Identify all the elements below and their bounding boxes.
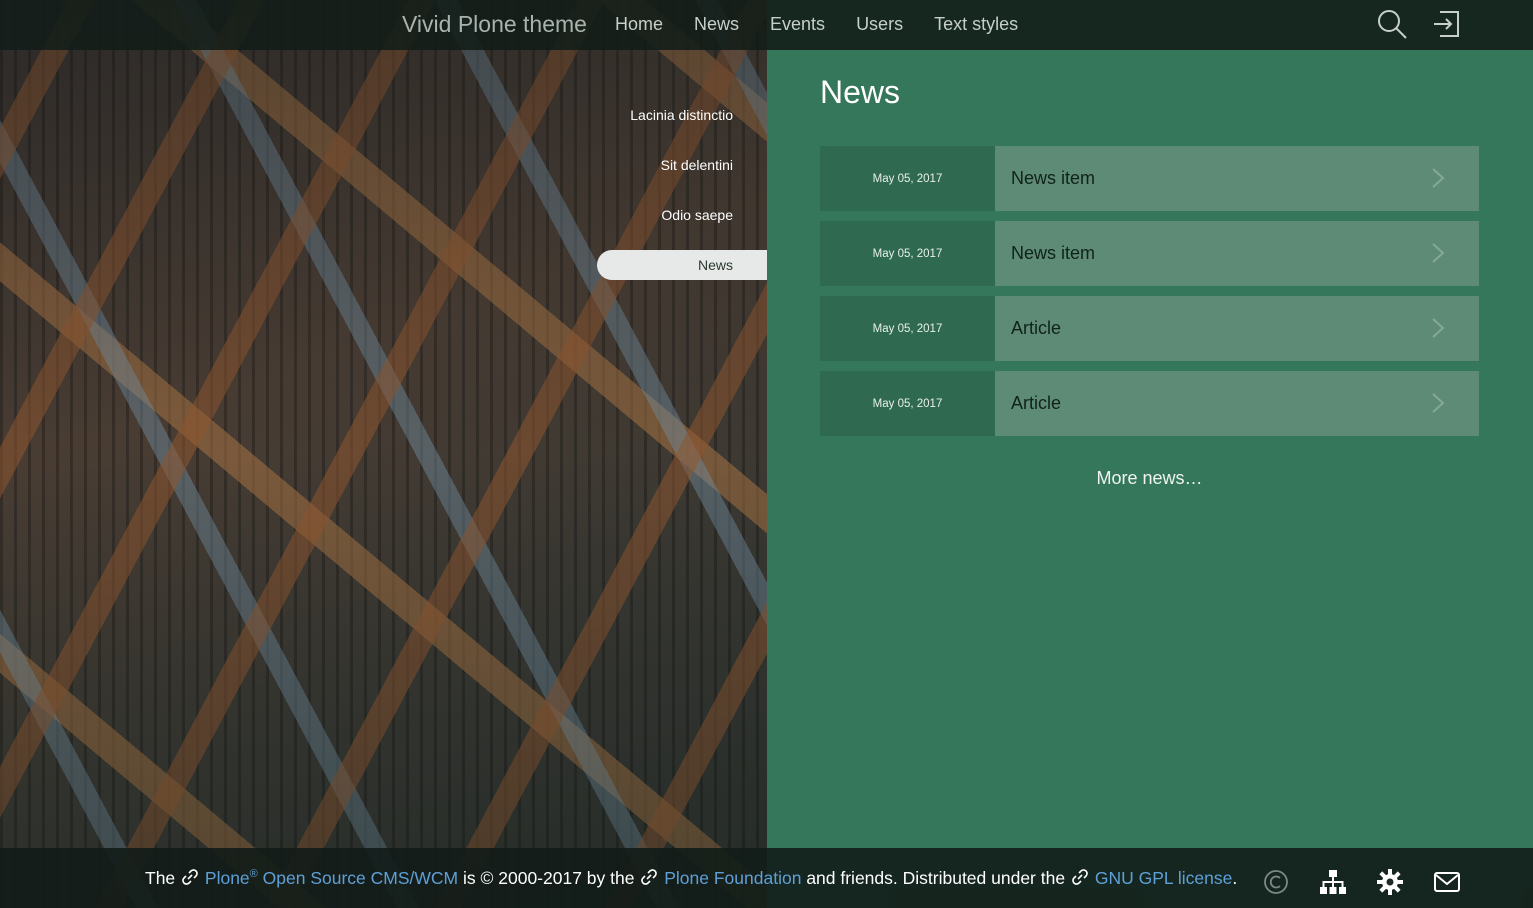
plone-link[interactable]: Plone®: [205, 868, 258, 888]
news-date: May 05, 2017: [820, 296, 995, 361]
chevron-right-icon: [1432, 243, 1445, 263]
news-row[interactable]: May 05, 2017 News item: [820, 146, 1479, 211]
main-content-area: [767, 0, 1533, 908]
sidenav-item-sit-delentini[interactable]: Sit delentini: [597, 150, 767, 180]
news-title: News item: [1011, 168, 1096, 188]
footer-text-2: is © 2000-2017 by the: [463, 868, 635, 888]
news-date: May 05, 2017: [820, 146, 995, 211]
login-icon[interactable]: [1432, 8, 1464, 40]
news-link[interactable]: News item: [995, 146, 1479, 211]
copyright-icon[interactable]: [1262, 868, 1290, 896]
footer-text-3: and friends. Distributed under the: [806, 868, 1066, 888]
site-footer: The Plone® Open Source CMS/WCM is © 2000…: [0, 848, 1533, 908]
news-row[interactable]: May 05, 2017 News item: [820, 221, 1479, 286]
nav-text-styles[interactable]: Text styles: [934, 14, 1018, 35]
footer-colophon: The Plone® Open Source CMS/WCM is © 2000…: [145, 868, 1237, 889]
external-link-icon: [1072, 869, 1088, 885]
mail-icon[interactable]: [1433, 868, 1461, 896]
more-news-link[interactable]: More news…: [820, 468, 1479, 489]
gpl-license-link[interactable]: GNU GPL license: [1095, 868, 1232, 888]
news-title: News item: [1011, 243, 1096, 263]
news-date: May 05, 2017: [820, 221, 995, 286]
news-link[interactable]: News item: [995, 221, 1479, 286]
footer-text-4: .: [1232, 868, 1238, 888]
news-title: Article: [1011, 393, 1062, 413]
nav-events[interactable]: Events: [770, 14, 825, 35]
chevron-right-icon: [1432, 318, 1445, 338]
external-link-icon: [182, 869, 198, 885]
plone-link-label: Plone: [204, 868, 250, 888]
plone-foundation-link[interactable]: Plone Foundation: [664, 868, 801, 888]
news-list: May 05, 2017 News item May 05, 2017 News…: [820, 146, 1479, 446]
main-nav: Home News Events Users Text styles: [615, 14, 1049, 35]
chevron-right-icon: [1432, 393, 1445, 413]
sidenav-item-lacinia-distinctio[interactable]: Lacinia distinctio: [597, 100, 767, 130]
top-navigation-bar: Vivid Plone theme Home News Events Users…: [0, 0, 1533, 50]
registered-mark: ®: [249, 868, 258, 881]
news-link[interactable]: Article: [995, 371, 1479, 436]
settings-gear-icon[interactable]: [1376, 868, 1404, 896]
news-link[interactable]: Article: [995, 296, 1479, 361]
sidenav-item-news[interactable]: News: [597, 250, 767, 280]
sitemap-icon[interactable]: [1319, 868, 1347, 896]
nav-users[interactable]: Users: [856, 14, 903, 35]
news-date: May 05, 2017: [820, 371, 995, 436]
external-link-icon: [641, 869, 658, 885]
cms-link[interactable]: Open Source CMS/WCM: [263, 868, 458, 888]
page-title: News: [820, 74, 901, 110]
search-icon[interactable]: [1376, 8, 1408, 40]
sidenav-item-odio-saepe[interactable]: Odio saepe: [597, 200, 767, 230]
section-navigation: Lacinia distinctio Sit delentini Odio sa…: [597, 100, 767, 300]
news-row[interactable]: May 05, 2017 Article: [820, 296, 1479, 361]
footer-text-1: The: [145, 868, 176, 888]
chevron-right-icon: [1432, 168, 1445, 188]
site-brand[interactable]: Vivid Plone theme: [402, 11, 587, 38]
nav-news[interactable]: News: [694, 14, 739, 35]
news-title: Article: [1011, 318, 1062, 338]
nav-home[interactable]: Home: [615, 14, 663, 35]
news-row[interactable]: May 05, 2017 Article: [820, 371, 1479, 436]
